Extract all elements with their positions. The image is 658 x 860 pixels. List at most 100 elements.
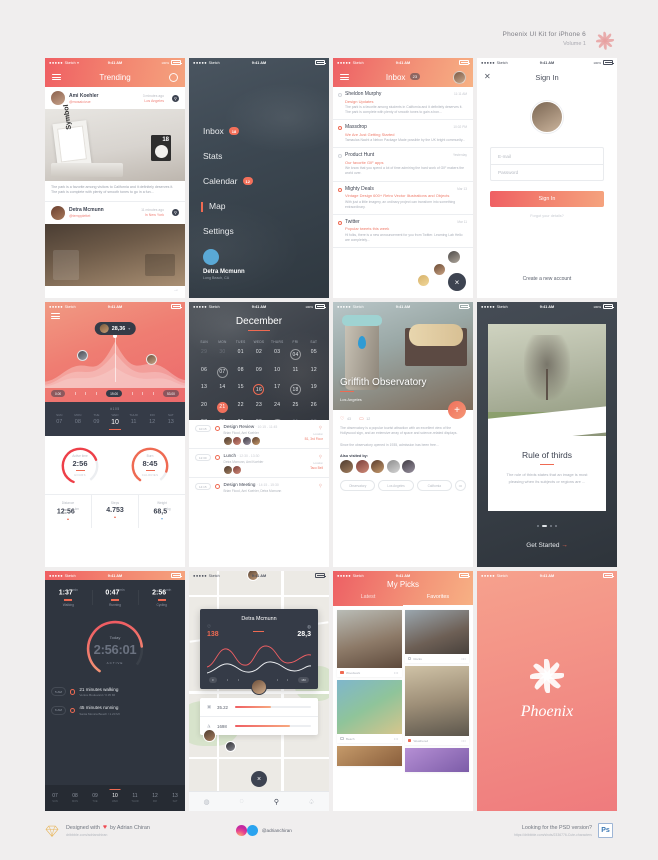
pick-card[interactable]: Beach ••• [337,680,402,743]
more-options-icon[interactable]: ••• [461,657,466,661]
picks-tabs[interactable]: Latest Favorites [333,591,473,606]
close-icon[interactable]: × [448,273,466,291]
calendar-day[interactable]: 08 [232,364,250,381]
avatar[interactable] [233,437,242,445]
calendar-day[interactable]: 15 [232,381,250,398]
avatar[interactable] [433,263,446,276]
avatar[interactable] [223,466,232,474]
like-stat[interactable]: ♡ 43 [340,416,351,422]
calendar-day[interactable]: 22 [232,398,250,415]
calendar-day[interactable]: 18 [286,381,304,398]
next-arrow-icon[interactable]: → [173,287,179,293]
day-cell[interactable]: SAT 13 [161,413,180,430]
pick-card[interactable] [337,746,402,766]
avatar[interactable] [223,437,232,445]
calendar-day[interactable]: 17 [268,381,286,398]
inbox-message[interactable]: Twitter Mar 11 Popular tweets this week Hi … [333,215,473,247]
pin-icon[interactable]: ⚲ [319,483,322,489]
pagination-dot[interactable] [537,525,539,527]
calendar-day[interactable]: 10 [268,364,286,381]
fitness-day-selector[interactable]: 07 SUN 08 MON 09 TUE 10 WED 11 THUR 12 FRI 13 SAT [45,785,185,811]
sidebar-item-inbox[interactable]: Inbox 18 [203,126,253,136]
avatar[interactable] [340,460,353,474]
sidebar-item-settings[interactable]: Settings [203,226,253,236]
social-handle[interactable]: @adrianchiran [262,828,292,833]
calendar-day[interactable]: 07 [213,364,231,381]
map-metric-row[interactable]: ◮ 1698 [200,716,318,735]
plus-icon[interactable]: + [448,401,466,419]
calendar-day[interactable]: 01 [286,416,304,420]
close-icon[interactable]: × [251,771,267,787]
avatar[interactable] [447,250,461,264]
avatar[interactable] [242,437,251,445]
calendar-event[interactable]: 10:15 Design Review · 10:15 - 11:45 Brian … [189,420,329,448]
health-chart[interactable]: ●●●●● Sketch 9:41 AM 28,36 ▾ 0.00 19.00 … [45,302,185,402]
calendar-day[interactable]: 12 [305,364,323,381]
pin-icon[interactable]: ⚲ [319,425,322,431]
calendar-day[interactable]: 02 [305,416,323,420]
tab-globe[interactable]: ◍ [189,798,224,806]
pick-marker[interactable] [407,738,411,743]
hamburger-icon[interactable] [51,312,60,320]
forgot-password-link[interactable]: Forgot your details? [477,214,617,218]
fitness-day[interactable]: 08 MON [65,793,85,803]
twitter-icon[interactable] [246,825,258,836]
place-tag[interactable]: ••• [454,480,466,492]
day-cell[interactable]: THUR 11 [124,413,143,430]
avatar[interactable] [77,350,88,361]
calendar-day[interactable]: 30 [213,346,231,363]
place-tag[interactable]: California [416,480,452,492]
fitness-day[interactable]: 11 THUR [125,793,145,803]
inbox-message[interactable]: Sheldon Murphy 11:11 AM Design Updates The … [333,87,473,119]
fitness-day[interactable]: 10 WED [105,793,125,803]
pick-card[interactable]: Woodwork ••• [337,610,402,677]
post-image[interactable]: Symbol 18 [45,104,185,181]
avatar[interactable] [417,274,430,287]
place-tag[interactable]: Observatory [340,480,376,492]
calendar-day[interactable]: 19 [305,381,323,398]
password-field[interactable]: Password [491,164,603,180]
health-day-selector[interactable]: #105 SUN 07 MON 08 TUE 09 WED 10 THUR 11 FRI 12 SAT 1… [45,402,185,436]
inbox-message[interactable]: Massdrop 10:02 PM We Are Just Getting Star… [333,120,473,147]
map-metric-row[interactable]: ▣ 35.22 [200,698,318,716]
calendar-grid[interactable]: SUN MON TUES WEDS THURS FRI SAT 29 30 01 02 03 04 05… [189,331,329,420]
globe-icon[interactable] [169,72,178,82]
calendar-event[interactable]: 14:15 Design Meeting · 14:15 - 15:30 Brian… [189,478,329,496]
comment-stat[interactable]: ▭ 12 [359,416,370,422]
avatar[interactable] [402,460,415,474]
calendar-day[interactable]: 01 [232,346,250,363]
sidebar-item-calendar[interactable]: Calendar 12 [203,176,253,186]
calendar-day[interactable]: 06 [195,364,213,381]
sidebar-item-map[interactable]: Map [201,201,253,212]
tab-latest[interactable]: Latest [333,591,403,606]
avatar[interactable] [371,460,384,474]
pick-marker[interactable] [407,656,411,661]
calendar-event[interactable]: 12:30 Lunch · 12:30 - 13:30 Detra Mcmunn, … [189,449,329,477]
pagination-dot[interactable] [550,525,552,527]
avatar[interactable] [355,460,369,474]
day-cell[interactable]: SUN 07 [50,413,69,430]
calendar-day[interactable]: 21 [213,398,231,415]
calendar-day[interactable]: 29 [195,346,213,363]
day-cell[interactable]: FRI 12 [143,413,162,430]
tab-pin[interactable]: ⚲ [259,798,294,806]
psd-url[interactable]: https://dribbble.com/shots/2336776-Cute-… [514,833,592,837]
pick-marker[interactable] [340,670,344,675]
tab-drop[interactable]: ◌ [224,798,259,805]
fitness-day[interactable]: 07 SUN [45,793,65,803]
post-header-2[interactable]: Detra Mcmunn @tempplettet 11 minutes ago… [45,201,185,224]
avatar[interactable] [225,741,236,752]
calendar-day[interactable]: 29 [232,416,250,420]
avatar[interactable] [146,354,157,365]
health-value-pill[interactable]: 28,36 ▾ [94,322,136,335]
calendar-day[interactable]: 23 [250,398,268,415]
calendar-day[interactable]: 14 [213,381,231,398]
get-started-button[interactable]: Get Started → [477,542,617,549]
place-tag[interactable]: Los Angeles [378,480,414,492]
pagination-dot[interactable] [542,525,547,527]
activity-row[interactable]: 5 AM 21 minutes walking Venice Boulevard /… [45,683,185,702]
pick-card[interactable]: Weathered ••• [404,666,469,745]
calendar-day[interactable]: 30 [250,416,268,420]
pagination-dot[interactable] [555,525,557,527]
calendar-day[interactable]: 24 [268,398,286,415]
